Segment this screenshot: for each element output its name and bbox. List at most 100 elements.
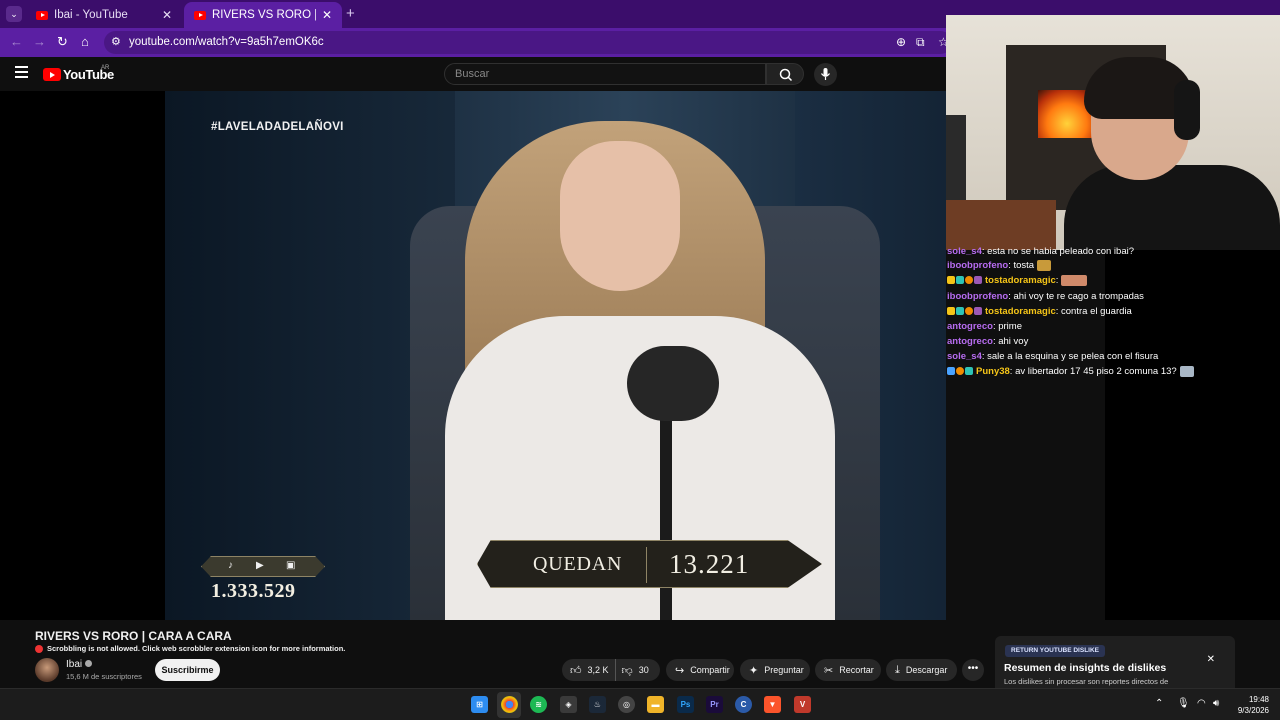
search-button[interactable] [766, 63, 804, 85]
wifi-icon[interactable]: ◠ [1197, 698, 1206, 709]
share-button[interactable]: ↪ Compartir [666, 659, 734, 681]
video-social-strip: ♪ ▶ ▣ [201, 556, 325, 577]
channel-name[interactable]: Ibai [66, 659, 93, 670]
like-dislike-group: 👍︎ 3,2 K 👎︎ 30 [562, 659, 660, 681]
chat-text: : sale a la esquina y se pelea con el fi… [981, 350, 1159, 362]
chat-text: : esta no se habia peleado con ibai? [981, 245, 1134, 257]
scrobbler-icon [35, 644, 43, 653]
crown-badge-icon [947, 307, 955, 315]
chat-message: Puny38: av libertador 17 45 piso 2 comun… [947, 364, 1194, 378]
youtube-logo-icon[interactable] [43, 68, 61, 81]
chrome-icon[interactable] [501, 696, 518, 713]
ryd-popup: RETURN YOUTUBE DISLIKE ✕ Resumen de insi… [995, 636, 1235, 688]
countdown-value: 13.221 [669, 549, 750, 579]
countdown-label: QUEDAN [533, 553, 623, 575]
close-icon[interactable]: ✕ [322, 8, 332, 22]
omnibox[interactable]: ⚙ youtube.com/watch?v=9a5h7emOK6c ⊕ ⧉ ☆ [104, 31, 952, 54]
subscribe-button[interactable]: Suscribirme [155, 659, 220, 681]
url-text[interactable]: youtube.com/watch?v=9a5h7emOK6c [129, 36, 324, 48]
like-button[interactable]: 👍︎ 3,2 K [562, 659, 616, 681]
tab-ibai-youtube[interactable]: Ibai - YouTube ✕ [26, 2, 182, 28]
forward-arrow-icon[interactable]: → [33, 34, 46, 49]
zoom-icon[interactable]: ⊕ [896, 35, 906, 49]
verified-icon [85, 660, 93, 667]
download-icon: ⤓ [895, 663, 900, 676]
dislike-count: 30 [638, 665, 649, 675]
share-label: Compartir [690, 665, 730, 675]
app-icon[interactable]: ◈ [560, 696, 577, 713]
webcam-floor [946, 200, 1056, 250]
search-input[interactable]: Buscar [444, 63, 766, 85]
spotify-icon[interactable]: ≋ [530, 696, 547, 713]
chat-text: : [1055, 274, 1059, 286]
clock-time: 19:48 [1248, 695, 1269, 704]
channel-name-text[interactable]: Ibai [66, 659, 82, 670]
taskbar: ⊞ ≋ ◈ ♨ ◎ ▬ Ps Pr C ▼ V ⌃ 🎙︎ ◠ 🔊︎ 19:48 … [0, 688, 1280, 720]
obs-icon[interactable]: ◎ [618, 696, 635, 713]
chat-username: Puny38 [976, 365, 1010, 377]
scrobbler-notice: Scrobbling is not allowed. Click web scr… [35, 644, 345, 653]
bits-badge-icon [956, 367, 964, 375]
system-clock[interactable]: 19:48 9/3/2026 [1233, 694, 1269, 716]
thumbs-up-icon: 👍︎ [570, 664, 582, 677]
chat-username: antogreco [947, 335, 993, 347]
share-icon: ↪ [675, 664, 685, 677]
moderator-badge-icon [947, 367, 955, 375]
chat-message: iboobprofeno: ahi voy te re cago a tromp… [947, 289, 1144, 303]
windows-start-icon[interactable]: ⊞ [471, 696, 488, 713]
chat-username: iboobprofeno [947, 259, 1009, 271]
reload-icon[interactable]: ↻ [57, 34, 68, 50]
volume-icon[interactable]: 🔊︎ [1213, 698, 1219, 709]
ryd-text: Los dislikes sin procesar son reportes d… [1004, 677, 1169, 686]
voicemeeter-icon[interactable]: V [794, 696, 811, 713]
countdown-divider [646, 547, 647, 583]
youtube-favicon-icon [194, 10, 206, 20]
new-tab-button[interactable]: + [346, 5, 355, 22]
folder-icon[interactable]: ▬ [647, 696, 664, 713]
photoshop-icon[interactable]: Ps [677, 696, 694, 713]
steam-icon[interactable]: ♨ [589, 696, 606, 713]
brave-icon[interactable]: ▼ [764, 696, 781, 713]
chat-text: : av libertador 17 45 piso 2 comuna 13? [1009, 365, 1177, 377]
prime-badge-icon [974, 307, 982, 315]
chat-message: sole_s4: esta no se habia peleado con ib… [947, 244, 1134, 258]
cast-icon[interactable]: ⧉ [916, 35, 925, 50]
emote-icon [1179, 365, 1194, 377]
tab-rivers-vs-roro[interactable]: RIVERS VS RORO | CARA A CAR ✕ [184, 2, 342, 28]
ask-label: Preguntar [764, 665, 804, 675]
chat-message: iboobprofeno: tosta [947, 258, 1052, 272]
tab-search-button[interactable]: ⌄ [6, 6, 22, 22]
avatar[interactable] [35, 658, 59, 682]
chat-message: tostadoramagic: [947, 273, 1088, 287]
clip-label: Recortar [839, 665, 874, 675]
youtube-favicon-icon [36, 10, 48, 20]
home-icon[interactable]: ⌂ [81, 34, 89, 49]
video-player[interactable]: #LAVELADADELAÑOVI ♪ ▶ ▣ 1.333.529 QUEDAN… [165, 91, 946, 620]
more-actions-button[interactable]: ••• [962, 659, 984, 681]
back-arrow-icon[interactable]: ← [10, 34, 23, 49]
premiere-icon[interactable]: Pr [706, 696, 723, 713]
chat-message: antogreco: prime [947, 319, 1022, 333]
tiktok-icon: ♪ [228, 560, 233, 571]
chat-text: : prime [992, 320, 1022, 332]
video-microphone [627, 346, 719, 421]
dislike-button[interactable]: 👎︎ 30 [616, 659, 655, 681]
site-info-icon[interactable]: ⚙ [111, 35, 121, 48]
voice-search-button[interactable] [814, 63, 837, 86]
chat-username: tostadoramagic [985, 274, 1056, 286]
subscriber-count: 15,6 M de suscriptores [66, 672, 142, 681]
player-letterbox [0, 91, 165, 620]
download-button[interactable]: ⤓ Descargar [886, 659, 957, 681]
capcut-icon[interactable]: C [735, 696, 752, 713]
clip-button[interactable]: ✂ Recortar [815, 659, 881, 681]
close-icon[interactable]: ✕ [1207, 654, 1215, 665]
webcam-overlay [946, 15, 1280, 250]
close-icon[interactable]: ✕ [162, 8, 172, 22]
ask-button[interactable]: ✦ Preguntar [740, 659, 810, 681]
chevron-up-icon[interactable]: ⌃ [1155, 698, 1163, 709]
menu-hamburger-icon[interactable] [15, 66, 28, 81]
more-horizontal-icon: ••• [967, 663, 979, 674]
sub-badge-icon [965, 367, 973, 375]
microphone-icon[interactable]: 🎙︎ [1177, 698, 1190, 709]
bits-badge-icon [965, 307, 973, 315]
